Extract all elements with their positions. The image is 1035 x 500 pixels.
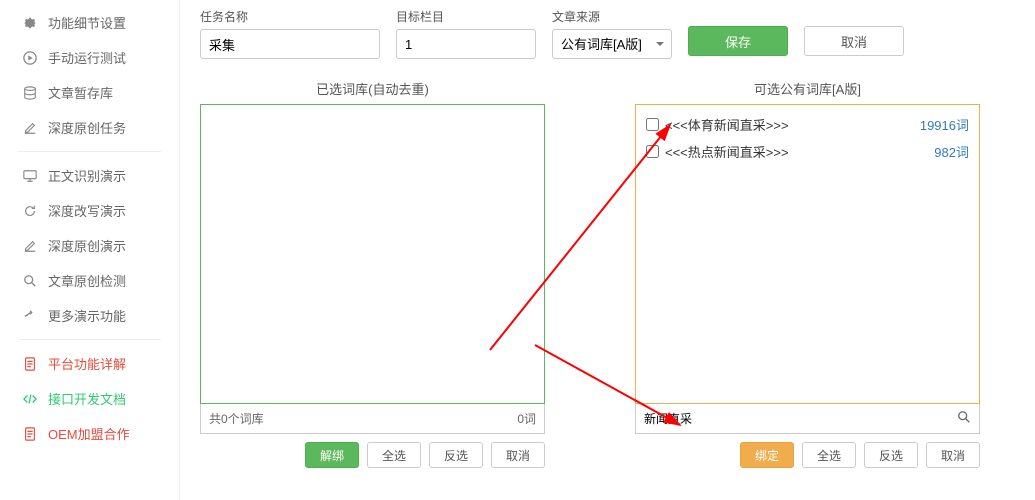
search-icon bbox=[22, 274, 38, 288]
available-lib-foot bbox=[635, 404, 980, 434]
code-icon bbox=[22, 392, 38, 406]
refresh-icon bbox=[22, 204, 38, 218]
sidebar-item-label: 平台功能详解 bbox=[48, 354, 126, 373]
available-lib-box[interactable]: <<<体育新闻直采>>> 19916词 <<<热点新闻直采>>> 982词 bbox=[635, 104, 980, 404]
sidebar-item-label: 深度改写演示 bbox=[48, 201, 126, 220]
available-lib-panel: 可选公有词库[A版] <<<体育新闻直采>>> 19916词 <<<热点新闻直采… bbox=[635, 79, 980, 468]
divider bbox=[18, 339, 161, 340]
cancel2-button[interactable]: 取消 bbox=[491, 442, 545, 468]
sidebar-item-label: 功能细节设置 bbox=[48, 13, 126, 32]
select-all-button[interactable]: 全选 bbox=[367, 442, 421, 468]
divider bbox=[18, 151, 161, 152]
selected-lib-panel: 已选词库(自动去重) 共0个词库 0词 解绑 全选 反选 取消 bbox=[200, 79, 545, 468]
source-label: 文章来源 bbox=[552, 8, 672, 25]
lib-item[interactable]: <<<体育新闻直采>>> 19916词 bbox=[642, 111, 973, 138]
share-icon bbox=[22, 309, 38, 323]
edit-icon bbox=[22, 121, 38, 135]
sidebar-item-body-recognition-demo[interactable]: 正文识别演示 bbox=[0, 158, 179, 193]
selected-lib-title: 已选词库(自动去重) bbox=[200, 79, 545, 98]
sidebar-item-label: 正文识别演示 bbox=[48, 166, 126, 185]
lib-search-input[interactable] bbox=[644, 406, 957, 432]
sidebar-item-label: 更多演示功能 bbox=[48, 306, 126, 325]
selected-lib-count-label: 共0个词库 bbox=[209, 410, 264, 427]
monitor-icon bbox=[22, 169, 38, 183]
sidebar-item-label: OEM加盟合作 bbox=[48, 424, 130, 443]
task-name-input[interactable] bbox=[200, 29, 380, 59]
selected-lib-actions: 解绑 全选 反选 取消 bbox=[200, 442, 545, 468]
sidebar-item-label: 深度原创演示 bbox=[48, 236, 126, 255]
play-circle-icon bbox=[22, 51, 38, 65]
main-content: 任务名称 目标栏目 文章来源 公有词库[A版] 保存 取消 已选词库(自动去重) bbox=[200, 0, 1027, 500]
database-icon bbox=[22, 86, 38, 100]
sidebar-item-platform-detail[interactable]: 平台功能详解 bbox=[0, 346, 179, 381]
target-col-input[interactable] bbox=[396, 29, 536, 59]
source-select[interactable]: 公有词库[A版] bbox=[552, 29, 672, 59]
lib-item-checkbox[interactable] bbox=[646, 145, 659, 158]
target-col-label: 目标栏目 bbox=[396, 8, 536, 25]
save-button[interactable]: 保存 bbox=[688, 26, 788, 56]
sidebar-item-label: 手动运行测试 bbox=[48, 48, 126, 67]
lib-item-checkbox[interactable] bbox=[646, 118, 659, 131]
sidebar-item-function-detail[interactable]: 功能细节设置 bbox=[0, 5, 179, 40]
edit-icon bbox=[22, 239, 38, 253]
sidebar-item-label: 深度原创任务 bbox=[48, 118, 126, 137]
document-icon bbox=[22, 357, 38, 371]
available-lib-actions: 绑定 全选 反选 取消 bbox=[635, 442, 980, 468]
available-lib-title: 可选公有词库[A版] bbox=[635, 79, 980, 98]
lib-item-label: <<<体育新闻直采>>> bbox=[665, 115, 789, 134]
sidebar-item-manual-test[interactable]: 手动运行测试 bbox=[0, 40, 179, 75]
panels-row: 已选词库(自动去重) 共0个词库 0词 解绑 全选 反选 取消 可选公有词库[A… bbox=[200, 79, 1027, 468]
selected-lib-foot: 共0个词库 0词 bbox=[200, 404, 545, 434]
lib-item-count: 19916词 bbox=[920, 115, 969, 134]
sidebar-item-deep-original-demo[interactable]: 深度原创演示 bbox=[0, 228, 179, 263]
sidebar-item-article-store[interactable]: 文章暂存库 bbox=[0, 75, 179, 110]
lib-item-count: 982词 bbox=[934, 142, 969, 161]
search-icon[interactable] bbox=[957, 410, 971, 427]
cancel2-button[interactable]: 取消 bbox=[926, 442, 980, 468]
selected-lib-box[interactable] bbox=[200, 104, 545, 404]
sidebar-item-label: 文章暂存库 bbox=[48, 83, 113, 102]
sidebar-item-deep-rewrite-demo[interactable]: 深度改写演示 bbox=[0, 193, 179, 228]
invert-button[interactable]: 反选 bbox=[429, 442, 483, 468]
sidebar-item-deep-original-task[interactable]: 深度原创任务 bbox=[0, 110, 179, 145]
sidebar-item-label: 接口开发文档 bbox=[48, 389, 126, 408]
form-row: 任务名称 目标栏目 文章来源 公有词库[A版] 保存 取消 bbox=[200, 0, 1027, 59]
unbind-button[interactable]: 解绑 bbox=[305, 442, 359, 468]
sidebar-item-article-check[interactable]: 文章原创检测 bbox=[0, 263, 179, 298]
task-name-label: 任务名称 bbox=[200, 8, 380, 25]
gears-icon bbox=[22, 16, 38, 30]
sidebar-item-oem[interactable]: OEM加盟合作 bbox=[0, 416, 179, 451]
sidebar: 功能细节设置 手动运行测试 文章暂存库 深度原创任务 正文识别演示 深度改写演示… bbox=[0, 0, 180, 500]
invert-button[interactable]: 反选 bbox=[864, 442, 918, 468]
sidebar-item-more-demo[interactable]: 更多演示功能 bbox=[0, 298, 179, 333]
cancel-button[interactable]: 取消 bbox=[804, 26, 904, 56]
bind-button[interactable]: 绑定 bbox=[740, 442, 794, 468]
sidebar-item-label: 文章原创检测 bbox=[48, 271, 126, 290]
lib-item[interactable]: <<<热点新闻直采>>> 982词 bbox=[642, 138, 973, 165]
lib-item-label: <<<热点新闻直采>>> bbox=[665, 142, 789, 161]
sidebar-item-api-doc[interactable]: 接口开发文档 bbox=[0, 381, 179, 416]
select-all-button[interactable]: 全选 bbox=[802, 442, 856, 468]
selected-lib-word-count: 0词 bbox=[517, 410, 536, 427]
document-icon bbox=[22, 427, 38, 441]
